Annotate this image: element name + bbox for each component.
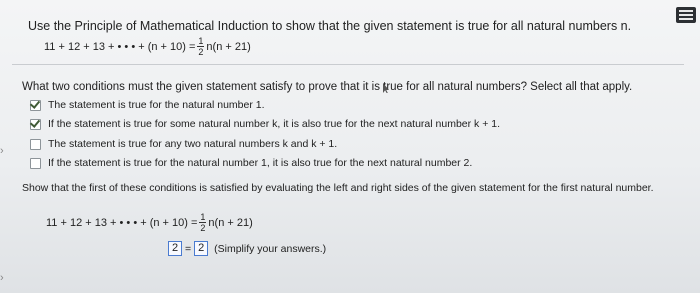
option-3-checkbox[interactable]	[30, 139, 41, 150]
menu-grid-icon[interactable]	[676, 7, 696, 23]
side-arrow-icon[interactable]: ›	[0, 145, 4, 157]
question-text: What two conditions must the given state…	[22, 81, 633, 93]
option-1-label[interactable]: The statement is true for the natural nu…	[48, 99, 265, 111]
option-3-label[interactable]: The statement is true for any two natura…	[48, 138, 337, 150]
option-2-label[interactable]: If the statement is true for some natura…	[48, 118, 500, 130]
answer-row: 2 = 2 (Simplify your answers.)	[168, 241, 326, 256]
bottom-side-arrow-icon[interactable]: ›	[0, 272, 4, 284]
equation-2: 11 + 12 + 13 + • • • + (n + 10) = 1 2 n(…	[46, 212, 253, 234]
option-2-checkbox[interactable]	[30, 119, 41, 130]
equation-right: n(n + 21)	[206, 41, 251, 53]
equation2-fraction: 1 2	[199, 212, 207, 233]
right-answer-input[interactable]: 2	[194, 241, 209, 256]
problem-intro: Use the Principle of Mathematical Induct…	[28, 19, 632, 33]
question-panel: Use the Principle of Mathematical Induct…	[0, 0, 700, 293]
option-4-checkbox[interactable]	[30, 158, 41, 169]
left-answer-input[interactable]: 2	[168, 241, 182, 256]
equation-fraction: 1 2	[197, 36, 205, 57]
equation-left: 11 + 12 + 13 + • • • + (n + 10) =	[44, 41, 196, 53]
divider	[12, 64, 684, 65]
equation2-left: 11 + 12 + 13 + • • • + (n + 10) =	[46, 217, 198, 229]
option-1-checkbox[interactable]	[30, 100, 41, 111]
answer-equals: =	[185, 242, 192, 255]
problem-equation: 11 + 12 + 13 + • • • + (n + 10) = 1 2 n(…	[44, 36, 251, 58]
equation2-right: n(n + 21)	[208, 217, 253, 229]
show-prompt: Show that the first of these conditions …	[22, 182, 654, 194]
option-4-label[interactable]: If the statement is true for the natural…	[48, 157, 472, 169]
simplify-hint: (Simplify your answers.)	[214, 242, 327, 255]
